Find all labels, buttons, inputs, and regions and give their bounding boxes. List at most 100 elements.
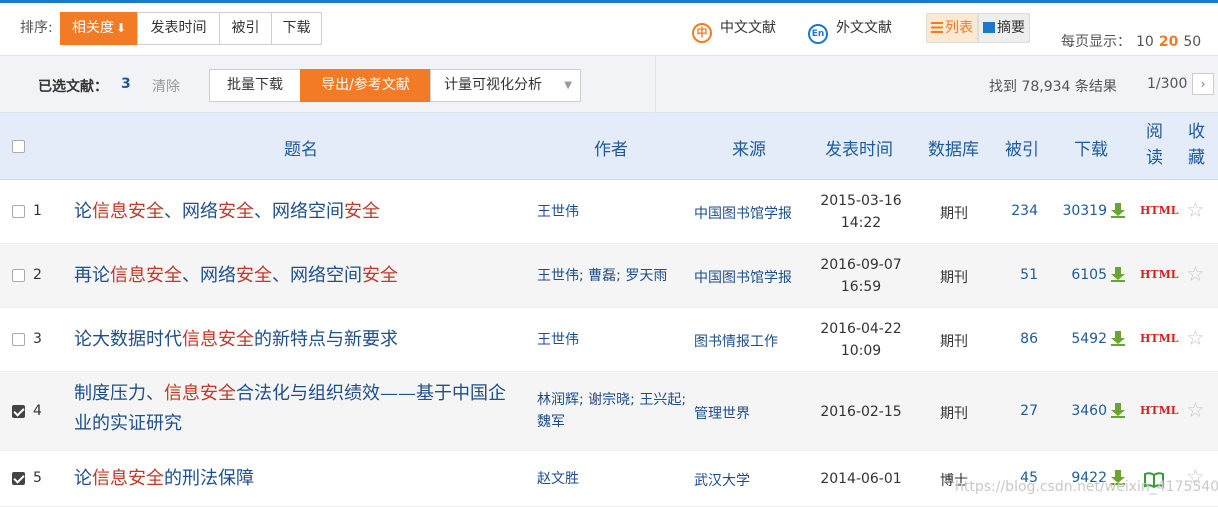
header-read: 阅 读 — [1146, 119, 1166, 171]
selection-bar: 已选文献： 3 清除 批量下载 导出/参考文献 计量可视化分析 ▼ 找到 78,9… — [0, 56, 1218, 113]
header-citations[interactable]: 被引 — [1005, 135, 1039, 160]
row-date-time: 16:59 — [840, 279, 882, 295]
sort-down-arrow-icon: ⬇ — [115, 21, 127, 35]
read-html-icon[interactable]: HTML — [1140, 404, 1179, 417]
header-read-char-2: 读 — [1146, 148, 1163, 168]
visual-analysis-label: 计量可视化分析 — [444, 77, 542, 93]
divider — [655, 56, 656, 113]
row-citation-count[interactable]: 86 — [1000, 331, 1038, 347]
title-text: 论 — [74, 201, 92, 222]
sort-citation-button[interactable]: 被引 — [219, 12, 272, 45]
export-references-button[interactable]: 导出/参考文献 — [300, 69, 431, 102]
row-author-link[interactable]: 王世伟; 曹磊; 罗天雨 — [537, 265, 687, 287]
header-title[interactable]: 题名 — [284, 135, 318, 160]
header-author[interactable]: 作者 — [594, 135, 628, 160]
visual-analysis-dropdown[interactable]: 计量可视化分析 ▼ — [430, 69, 581, 102]
row-date: 2014-06-01 — [815, 468, 907, 490]
table-row: 1 论信息安全、网络安全、网络空间安全 王世伟 中国图书馆学报 2015-03-16 14… — [0, 180, 1218, 244]
download-icon[interactable] — [1110, 202, 1126, 218]
row-title-link[interactable]: 论大数据时代信息安全的新特点与新要求 — [74, 325, 519, 355]
row-author-link[interactable]: 王世伟 — [537, 201, 687, 223]
row-checkbox[interactable] — [12, 333, 25, 346]
row-index: 2 — [33, 267, 42, 283]
row-author-link[interactable]: 王世伟 — [537, 329, 687, 351]
row-citation-count[interactable]: 51 — [1000, 267, 1038, 283]
row-date-day: 2016-04-22 — [820, 321, 902, 337]
header-downloads[interactable]: 下载 — [1074, 135, 1108, 160]
row-checkbox[interactable] — [12, 269, 25, 282]
watermark-text: https://blog.csdn.net/weixin_41755405 — [955, 479, 1218, 495]
header-fav-char-2: 藏 — [1188, 148, 1205, 168]
select-all-checkbox[interactable] — [12, 140, 25, 153]
row-index: 1 — [33, 203, 42, 219]
row-author-link[interactable]: 林润辉; 谢宗晓; 王兴起; 魏军 — [537, 389, 687, 433]
row-checkbox[interactable] — [12, 205, 25, 218]
per-page-option-20[interactable]: 20 — [1159, 34, 1178, 50]
read-html-icon[interactable]: HTML — [1140, 332, 1179, 345]
table-row: 3 论大数据时代信息安全的新特点与新要求 王世伟 图书情报工作 2016-04-22 10… — [0, 308, 1218, 372]
row-author-link[interactable]: 赵文胜 — [537, 468, 687, 490]
sort-download-button[interactable]: 下载 — [271, 12, 322, 45]
row-source-link[interactable]: 中国图书馆学报 — [694, 267, 792, 287]
title-keyword-highlight: 安全 — [218, 201, 254, 222]
row-download-count: 30319 — [1062, 203, 1107, 219]
title-keyword-highlight: 信息安全 — [182, 329, 254, 350]
row-source-link[interactable]: 武汉大学 — [694, 470, 750, 490]
favorite-star-icon[interactable]: ☆ — [1186, 262, 1205, 286]
title-keyword-highlight: 信息安全 — [92, 201, 164, 222]
favorite-star-icon[interactable]: ☆ — [1186, 198, 1205, 222]
row-source-link[interactable]: 中国图书馆学报 — [694, 203, 792, 223]
foreign-literature-link[interactable]: En 外文文献 — [808, 17, 892, 44]
sort-label: 排序: — [20, 20, 53, 36]
row-title-link[interactable]: 再论信息安全、网络安全、网络空间安全 — [74, 261, 519, 291]
title-keyword-highlight: 安全 — [236, 265, 272, 286]
row-citation-count[interactable]: 234 — [1000, 203, 1038, 219]
sort-date-button[interactable]: 发表时间 — [137, 12, 220, 45]
list-view-button[interactable]: 列表 — [926, 13, 978, 43]
header-fav-char-1: 收 — [1188, 122, 1205, 142]
selected-count: 3 — [121, 76, 131, 92]
results-found-text: 找到 78,934 条结果 — [989, 79, 1117, 95]
per-page-option-50[interactable]: 50 — [1183, 34, 1201, 50]
read-html-icon[interactable]: HTML — [1140, 268, 1179, 281]
sort-relevance-button[interactable]: 相关度 ⬇ — [60, 12, 138, 45]
favorite-star-icon[interactable]: ☆ — [1186, 326, 1205, 350]
download-icon[interactable] — [1110, 402, 1126, 418]
favorite-star-icon[interactable]: ☆ — [1186, 398, 1205, 422]
list-icon — [931, 22, 943, 33]
title-text: 、网络空间 — [254, 201, 344, 222]
header-source[interactable]: 来源 — [732, 135, 766, 160]
list-view-label: 列表 — [945, 20, 973, 36]
per-page-option-10[interactable]: 10 — [1136, 34, 1154, 50]
header-database[interactable]: 数据库 — [928, 135, 979, 160]
read-html-icon[interactable]: HTML — [1140, 204, 1179, 217]
row-source-link[interactable]: 管理世界 — [694, 403, 750, 423]
next-page-button[interactable]: › — [1192, 73, 1214, 95]
row-checkbox[interactable] — [12, 472, 25, 485]
dropdown-caret-icon: ▼ — [564, 80, 572, 91]
row-checkbox[interactable] — [12, 405, 25, 418]
table-row: 2 再论信息安全、网络安全、网络空间安全 王世伟; 曹磊; 罗天雨 中国图书馆学报 20… — [0, 244, 1218, 308]
download-icon[interactable] — [1110, 266, 1126, 282]
title-keyword-highlight: 安全 — [362, 265, 398, 286]
header-read-char-1: 阅 — [1146, 122, 1163, 142]
row-title-link[interactable]: 制度压力、信息安全合法化与组织绩效——基于中国企业的实证研究 — [74, 379, 519, 439]
abstract-view-label: 摘要 — [997, 20, 1025, 36]
row-source-link[interactable]: 图书情报工作 — [694, 331, 778, 351]
clear-selection-link[interactable]: 清除 — [152, 76, 180, 96]
batch-download-button[interactable]: 批量下载 — [209, 69, 301, 102]
row-date: 2016-02-15 — [815, 401, 907, 423]
abstract-view-button[interactable]: 摘要 — [978, 13, 1030, 43]
title-keyword-highlight: 信息安全 — [164, 383, 236, 404]
selected-label: 已选文献： — [38, 79, 108, 95]
row-title-link[interactable]: 论信息安全的刑法保障 — [74, 464, 519, 494]
row-download-count: 6105 — [1071, 267, 1107, 283]
row-title-link[interactable]: 论信息安全、网络安全、网络空间安全 — [74, 197, 519, 227]
header-date[interactable]: 发表时间 — [825, 135, 893, 160]
download-icon[interactable] — [1110, 330, 1126, 346]
chinese-literature-link[interactable]: 中中文文献 — [692, 17, 776, 43]
title-text: 论 — [74, 468, 92, 489]
sort-bar: 排序: 相关度 ⬇ 发表时间 被引 下载 中中文文献 En 外文文献 列表 摘要 每… — [0, 3, 1218, 56]
row-download-count: 5492 — [1071, 331, 1107, 347]
row-citation-count[interactable]: 27 — [1000, 403, 1038, 419]
